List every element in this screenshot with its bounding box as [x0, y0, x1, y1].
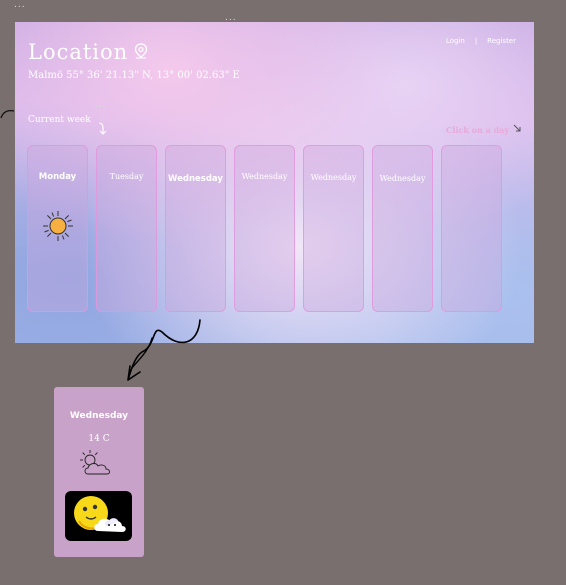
- location-title-text: Location: [28, 40, 129, 64]
- coordinates: Malmö 55° 36' 21.13" N, 13° 00' 02.63" E: [28, 70, 240, 81]
- current-week-label: Current week: [28, 115, 91, 125]
- hero-panel: Location Malmö 55° 36' 21.13" N, 13° 00'…: [15, 22, 534, 343]
- day-name: Wednesday: [168, 174, 223, 184]
- login-link[interactable]: Login: [446, 37, 465, 45]
- selected-day-name: Wednesday: [69, 411, 129, 421]
- click-on-day-label: Click on a day: [446, 124, 509, 135]
- squiggle-arrow-decoration: [127, 319, 201, 381]
- day-card-monday[interactable]: Monday: [27, 145, 88, 312]
- day-card-tuesday[interactable]: Tuesday: [96, 145, 157, 312]
- partly-cloudy-icon: [78, 449, 114, 481]
- current-week: Current week: [28, 115, 107, 139]
- day-card-wednesday[interactable]: Wednesday: [165, 145, 226, 312]
- sun-icon: [42, 210, 74, 244]
- day-card-4[interactable]: Wednesday: [234, 145, 295, 312]
- day-name: Tuesday: [109, 172, 144, 181]
- location-pin-icon: [134, 40, 148, 64]
- click-on-day-hint: Click on a day: [446, 124, 522, 135]
- temperature: 14 C: [88, 434, 110, 444]
- location-title: Location: [28, 40, 148, 64]
- day-card-5[interactable]: Wednesday: [303, 145, 364, 312]
- turn-down-arrow-icon: [97, 122, 107, 139]
- day-name: Wednesday: [310, 173, 357, 182]
- side-curl-decoration: [0, 110, 15, 119]
- day-cards: Monday Tuesday Wednesday Wednesday Wedne…: [27, 145, 502, 312]
- top-dots: ...: [14, 0, 26, 10]
- register-link[interactable]: Register: [487, 37, 516, 45]
- selected-day-card: Wednesday 14 C: [54, 387, 144, 557]
- week-dots: ...: [95, 100, 107, 110]
- day-card-6[interactable]: Wednesday: [372, 145, 433, 312]
- sun-cloud-animation: [65, 491, 132, 541]
- pointer-arrow-icon: [513, 124, 522, 135]
- day-name: Monday: [38, 172, 77, 182]
- day-name: Wednesday: [379, 174, 426, 183]
- day-name: Wednesday: [241, 172, 288, 181]
- auth-separator: |: [474, 37, 478, 45]
- auth-links: Login | Register: [446, 37, 516, 45]
- day-card-7[interactable]: [441, 145, 502, 312]
